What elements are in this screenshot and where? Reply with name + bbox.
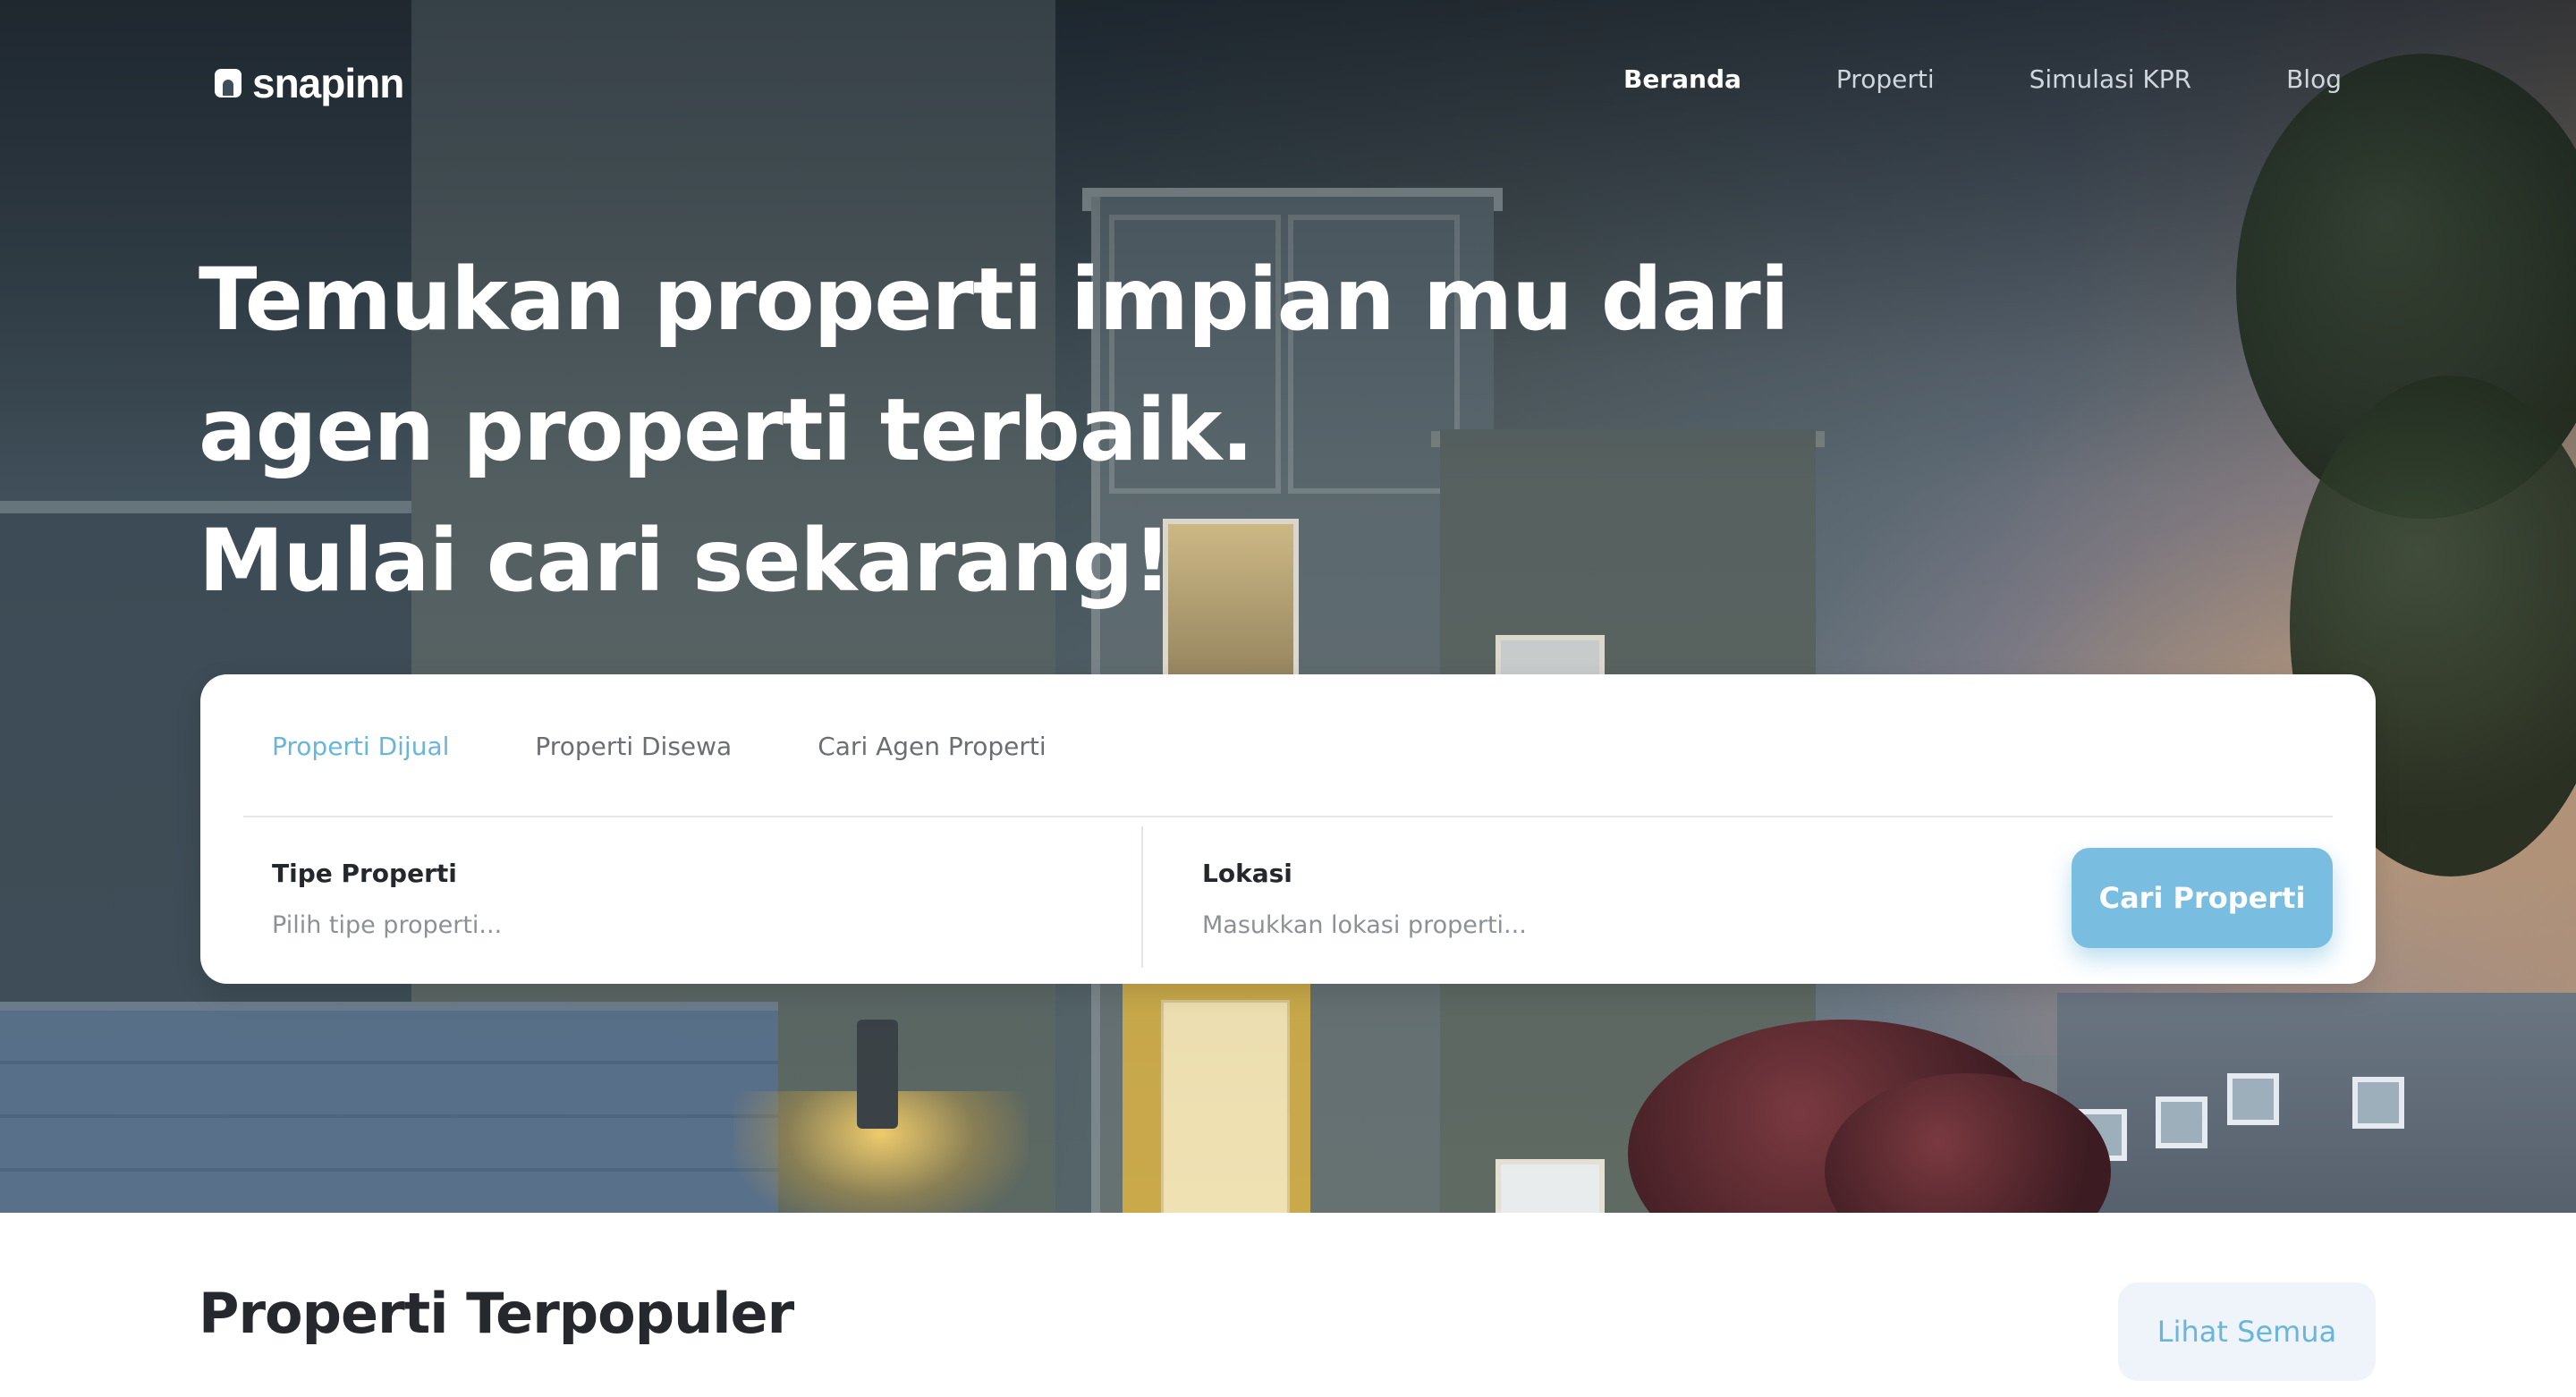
tab-properti-dijual[interactable]: Properti Dijual [272, 732, 449, 761]
property-search-card: Properti Dijual Properti Disewa Cari Age… [200, 674, 2376, 984]
location-input[interactable] [1202, 911, 1882, 939]
tab-cari-agen-properti[interactable]: Cari Agen Properti [818, 732, 1046, 761]
search-property-button[interactable]: Cari Properti [2072, 848, 2333, 948]
headline-line: agen properti terbaik. [199, 380, 1254, 480]
nav-link-properti[interactable]: Properti [1836, 64, 1935, 94]
location-label: Lokasi [1202, 859, 1292, 888]
tab-properti-disewa[interactable]: Properti Disewa [535, 732, 732, 761]
logo[interactable]: snapinn [215, 59, 404, 107]
property-type-field[interactable]: Tipe Properti [272, 859, 952, 939]
location-field[interactable]: Lokasi [1202, 859, 1882, 939]
section-title-popular: Properti Terpopuler [199, 1281, 794, 1346]
search-tabs: Properti Dijual Properti Disewa Cari Age… [272, 732, 1132, 761]
see-all-button[interactable]: Lihat Semua [2118, 1283, 2376, 1381]
headline-line: Temukan properti impian mu dari [199, 250, 1790, 350]
property-type-label: Tipe Properti [272, 859, 457, 888]
property-type-input[interactable] [272, 911, 952, 939]
field-separator [1141, 826, 1143, 968]
hero-headline: Temukan properti impian mu dari agen pro… [199, 234, 1790, 626]
nav-link-simulasi-kpr[interactable]: Simulasi KPR [2029, 64, 2191, 94]
logo-text: snapinn [252, 60, 404, 106]
main-navigation: Beranda Properti Simulasi KPR Blog [1529, 64, 2342, 94]
headline-line: Mulai cari sekarang! [199, 511, 1172, 611]
nav-link-blog[interactable]: Blog [2286, 64, 2342, 94]
house-logo-icon [215, 69, 242, 97]
nav-link-beranda[interactable]: Beranda [1623, 64, 1741, 94]
divider [243, 816, 2333, 817]
